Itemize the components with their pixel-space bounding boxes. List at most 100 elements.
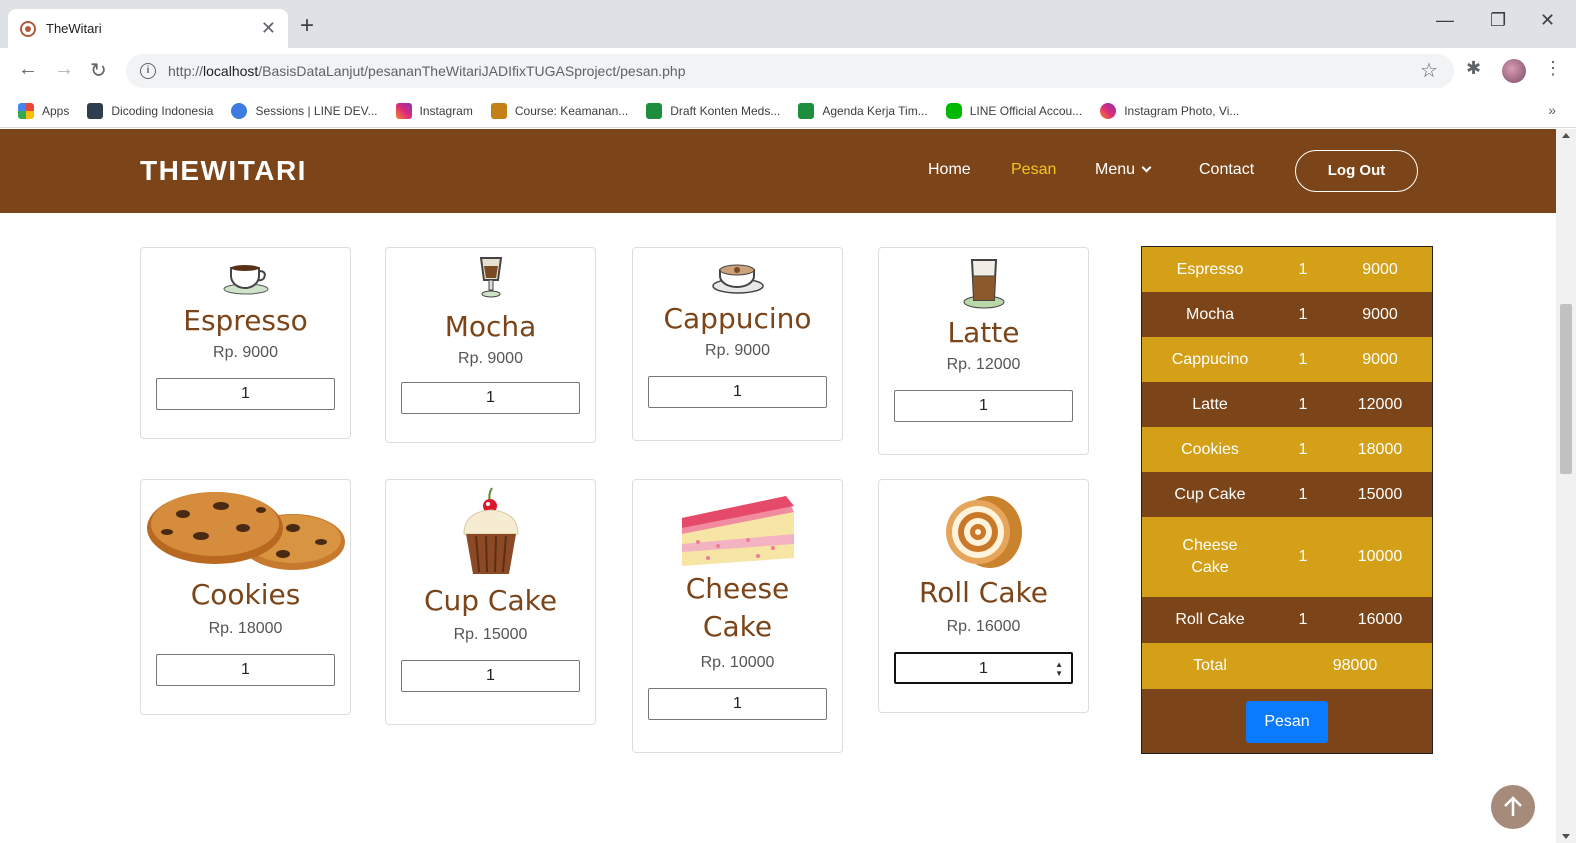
page-scrollbar[interactable]	[1556, 129, 1576, 843]
scroll-up-icon[interactable]	[1562, 133, 1570, 138]
order-row: Latte 1 12000	[1142, 382, 1432, 427]
cupcake-image	[456, 484, 526, 580]
bookmark-apps[interactable]: Apps	[18, 102, 69, 119]
product-name: Cheese Cake	[633, 570, 842, 646]
product-name: Roll Cake	[919, 576, 1048, 609]
browser-toolbar: ← → ↻ i http://localhost/BasisDataLanjut…	[0, 48, 1576, 94]
forward-icon[interactable]: →	[54, 58, 74, 81]
mocha-glass-icon	[476, 252, 506, 300]
apps-grid-icon	[18, 102, 34, 119]
quantity-input[interactable]: 1	[156, 378, 335, 410]
order-subtotal: 16000	[1357, 611, 1403, 628]
product-name-line1: Cheese	[685, 572, 790, 605]
product-name: Cappucino	[663, 302, 812, 335]
order-qty: 1	[1298, 350, 1308, 368]
quantity-input[interactable]: 1	[648, 688, 827, 720]
bookmark-course[interactable]: Course: Keamanan...	[490, 102, 628, 119]
quantity-input[interactable]: 1	[401, 382, 580, 414]
espresso-cup-icon	[221, 256, 271, 296]
extensions-icon[interactable]: ✱	[1466, 58, 1481, 79]
order-row: Espresso 1 9000	[1142, 247, 1432, 292]
order-item: Mocha	[1185, 305, 1235, 323]
address-url: http://localhost/BasisDataLanjut/pesanan…	[168, 63, 686, 79]
course-icon	[490, 102, 507, 119]
order-row: Cookies 1 18000	[1142, 427, 1432, 472]
quantity-input[interactable]: 1	[401, 660, 580, 692]
site-brand[interactable]: THEWITARI	[140, 155, 307, 187]
bookmark-instagram[interactable]: Instagram	[395, 102, 473, 119]
bookmark-dicoding[interactable]: Dicoding Indonesia	[87, 102, 213, 119]
product-card-rollcake: Roll Cake Rp. 16000 1 ▲ ▼	[878, 479, 1089, 713]
quantity-input[interactable]: 1	[156, 654, 335, 686]
order-item: Cheese Cake	[1142, 535, 1278, 579]
scroll-to-top-button[interactable]	[1491, 785, 1535, 829]
product-card-cookies: Cookies Rp. 18000 1	[140, 479, 351, 715]
tab-title: TheWitari	[46, 21, 102, 36]
order-subtotal: 18000	[1357, 440, 1403, 458]
nav-pesan[interactable]: Pesan	[1011, 161, 1056, 179]
quantity-input[interactable]: 1	[648, 376, 827, 408]
spinner-arrows-icon[interactable]: ▲ ▼	[1055, 660, 1063, 678]
product-card-cheesecake: Cheese Cake Rp. 10000 1	[632, 479, 843, 753]
order-item: Latte	[1192, 395, 1228, 413]
product-card-cupcake: Cup Cake Rp. 15000 1	[385, 479, 596, 725]
nav-menu-dropdown[interactable]: Menu	[1095, 161, 1152, 179]
order-row: Cheese Cake 1 10000	[1142, 517, 1432, 597]
order-subtotal: 9000	[1362, 260, 1398, 278]
address-bar[interactable]: i http://localhost/BasisDataLanjut/pesan…	[126, 54, 1454, 88]
product-price: Rp. 16000	[946, 618, 1021, 635]
product-price: Rp. 9000	[705, 342, 770, 359]
site-favicon-icon	[20, 20, 36, 37]
cheesecake-image	[678, 488, 798, 570]
window-close-icon[interactable]: ✕	[1540, 10, 1555, 31]
new-tab-icon[interactable]: +	[300, 14, 314, 38]
tab-close-icon[interactable]: ✕	[261, 18, 276, 39]
quantity-input[interactable]: 1 ▲ ▼	[894, 652, 1073, 684]
quantity-input[interactable]: 1	[894, 390, 1073, 422]
order-item-line1: Cheese	[1182, 537, 1238, 554]
sheets-icon	[646, 102, 663, 119]
reload-icon[interactable]: ↻	[90, 58, 107, 83]
order-qty: 1	[1298, 611, 1308, 628]
rollcake-image	[944, 492, 1024, 574]
scroll-down-icon[interactable]	[1562, 834, 1570, 839]
bookmark-agenda[interactable]: Agenda Kerja Tim...	[798, 102, 928, 119]
cookies-image	[143, 484, 348, 574]
browser-tab[interactable]: TheWitari ✕	[8, 9, 288, 48]
back-icon[interactable]: ←	[18, 58, 38, 81]
product-price: Rp. 9000	[458, 350, 523, 367]
site-info-icon[interactable]: i	[140, 63, 156, 79]
nav-home[interactable]: Home	[928, 161, 971, 179]
order-subtotal: 9000	[1362, 305, 1398, 323]
scrollbar-thumb[interactable]	[1560, 304, 1572, 474]
order-subtotal: 15000	[1357, 485, 1403, 503]
nav-contact[interactable]: Contact	[1199, 161, 1254, 179]
bookmark-line-dev[interactable]: Sessions | LINE DEV...	[231, 102, 378, 119]
order-item: Cappucino	[1171, 350, 1249, 368]
bookmark-instagram-photo[interactable]: Instagram Photo, Vi...	[1100, 102, 1239, 119]
product-price: Rp. 18000	[208, 620, 283, 637]
order-row: Mocha 1 9000	[1142, 292, 1432, 337]
submit-order-button[interactable]: Pesan	[1246, 701, 1328, 743]
order-item-line2: Cake	[1191, 559, 1229, 576]
product-name-line2: Cake	[702, 610, 773, 643]
profile-avatar[interactable]	[1502, 59, 1526, 83]
restore-icon[interactable]: ❐	[1490, 10, 1506, 31]
browser-tab-strip: TheWitari ✕ + — ❐ ✕	[0, 0, 1576, 48]
order-qty: 1	[1298, 305, 1308, 323]
browser-menu-icon[interactable]: ⋮	[1544, 58, 1562, 79]
product-price: Rp. 9000	[213, 344, 278, 361]
order-subtotal: 12000	[1357, 395, 1403, 413]
order-qty: 1	[1298, 485, 1308, 503]
minimize-icon[interactable]: —	[1436, 10, 1454, 31]
bookmark-draft-konten[interactable]: Draft Konten Meds...	[646, 102, 780, 119]
logout-button[interactable]: Log Out	[1295, 150, 1418, 192]
bookmark-star-icon[interactable]: ☆	[1420, 58, 1438, 83]
product-card-espresso: Espresso Rp. 9000 1	[140, 247, 351, 439]
bookmarks-overflow-icon[interactable]: »	[1548, 102, 1556, 118]
order-item: Cup Cake	[1174, 485, 1246, 503]
product-card-mocha: Mocha Rp. 9000 1	[385, 247, 596, 443]
instagram-icon	[1100, 102, 1117, 119]
order-item: Espresso	[1176, 260, 1244, 278]
bookmark-line-official[interactable]: LINE Official Accou...	[945, 102, 1082, 119]
